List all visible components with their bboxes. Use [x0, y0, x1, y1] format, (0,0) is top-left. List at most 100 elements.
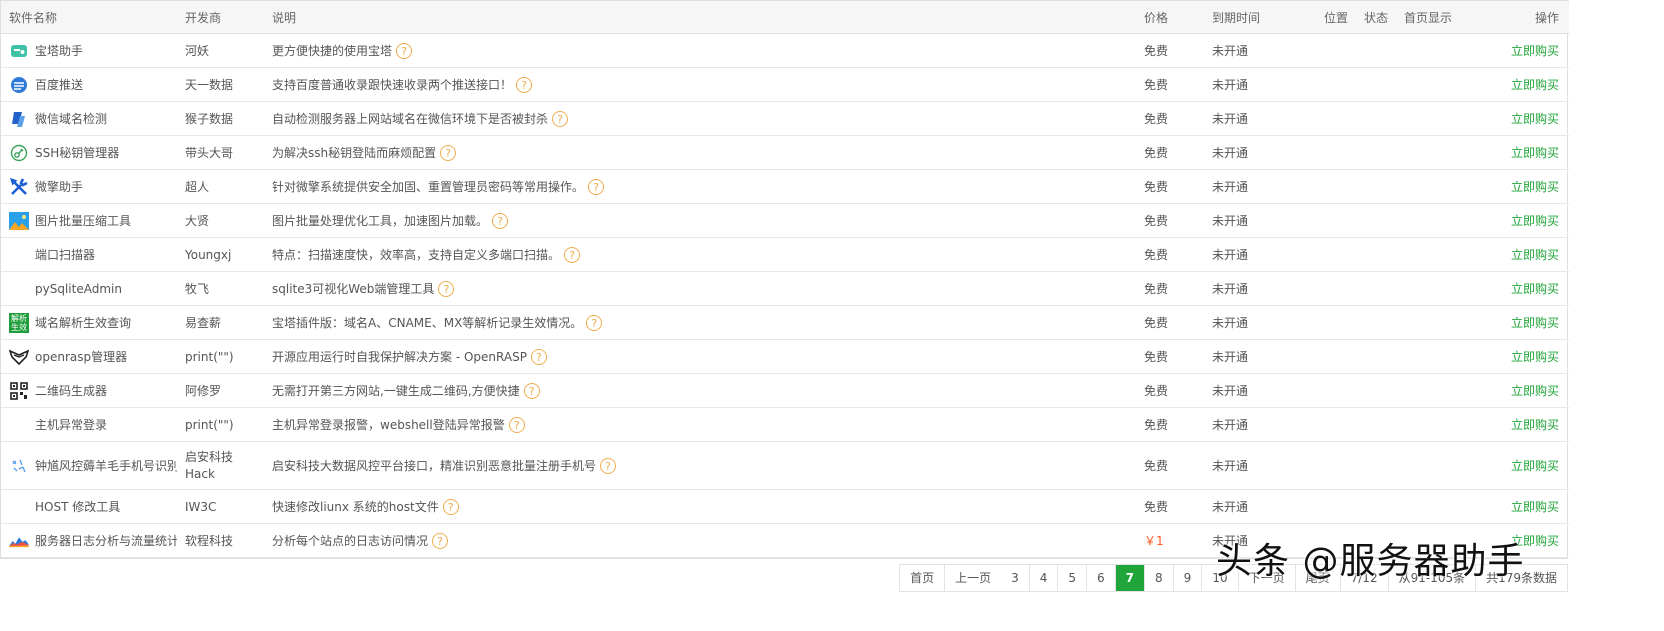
software-name: HOST 修改工具 [35, 500, 121, 514]
buy-now-link[interactable]: 立即购买 [1511, 44, 1559, 58]
cell-position [1316, 407, 1356, 442]
column-header-status: 状态 [1356, 0, 1396, 34]
buy-now-link[interactable]: 立即购买 [1511, 248, 1559, 262]
help-icon[interactable]: ? [600, 458, 617, 475]
cell-action: 立即购买 [1456, 305, 1569, 340]
price-text: 免费 [1144, 350, 1169, 364]
buy-now-link[interactable]: 立即购买 [1511, 500, 1559, 514]
page-number-button[interactable]: 6 [1086, 565, 1115, 591]
buy-now-link[interactable]: 立即购买 [1511, 384, 1559, 398]
help-icon[interactable]: ? [523, 383, 540, 400]
help-icon[interactable]: ? [552, 111, 569, 128]
buy-now-link[interactable]: 立即购买 [1511, 459, 1559, 473]
column-header-name: 软件名称 [1, 0, 177, 34]
cell-name: 宝塔助手 [1, 33, 177, 68]
buy-now-link[interactable]: 立即购买 [1511, 180, 1559, 194]
cell-description: 主机异常登录报警，webshell登陆异常报警? [264, 407, 1136, 442]
help-icon[interactable]: ? [516, 77, 533, 94]
software-name: 钟馗风控薅羊毛手机号识别 [35, 459, 177, 473]
page-number-button[interactable]: 4 [1028, 565, 1058, 591]
cell-action: 立即购买 [1456, 441, 1569, 490]
page-first-button[interactable]: 首页 [900, 565, 944, 591]
buy-now-link[interactable]: 立即购买 [1511, 350, 1559, 364]
dns-resolve-icon: 解析 生效 [9, 312, 29, 333]
help-icon[interactable]: ? [432, 533, 449, 550]
buy-now-link[interactable]: 立即购买 [1511, 214, 1559, 228]
cell-price: 免费 [1136, 407, 1204, 442]
price-text: 免费 [1144, 112, 1169, 126]
cell-name: 图片批量压缩工具 [1, 203, 177, 238]
cell-developer: Youngxj [177, 237, 264, 272]
page-number-button[interactable]: 8 [1144, 565, 1173, 591]
cell-price: 免费 [1136, 373, 1204, 408]
buy-now-link[interactable]: 立即购买 [1511, 78, 1559, 92]
blank-icon [9, 279, 29, 299]
help-icon[interactable]: ? [442, 499, 459, 516]
cell-action: 立即购买 [1456, 489, 1569, 524]
cell-price: 免费 [1136, 237, 1204, 272]
help-icon[interactable]: ? [588, 179, 605, 196]
description-text: 更方便快捷的使用宝塔 [272, 43, 393, 58]
table-row: 微擎助手 超人 针对微擎系统提供安全加固、重置管理员密码等常用操作。? 免费 未开通 立即… [1, 169, 1569, 204]
help-icon[interactable]: ? [440, 145, 457, 162]
cell-name: SSH秘钥管理器 [1, 135, 177, 170]
cell-expiry: 未开通 [1204, 373, 1316, 408]
cell-status [1356, 305, 1396, 340]
cell-action: 立即购买 [1456, 101, 1569, 136]
table-row: 解析 生效 域名解析生效查询 易查薪 宝塔插件版：域名A、CNAME、MX等解析记录生效… [1, 305, 1569, 340]
column-header-description: 说明 [264, 0, 1136, 34]
cell-status [1356, 271, 1396, 306]
price-text: 免费 [1144, 418, 1169, 432]
cell-price: 免费 [1136, 305, 1204, 340]
cell-expiry: 未开通 [1204, 203, 1316, 238]
table-row: 图片批量压缩工具 大贤 图片批量处理优化工具，加速图片加载。? 免费 未开通 立即购买 [1, 203, 1569, 238]
openrasp-icon [9, 347, 29, 367]
help-icon[interactable]: ? [508, 417, 525, 434]
baidu-push-icon [9, 75, 29, 95]
cell-action: 立即购买 [1456, 407, 1569, 442]
price-text: 免费 [1144, 146, 1169, 160]
description-text: 启安科技大数据风控平台接口，精准识别恶意批量注册手机号 [272, 458, 597, 473]
table-row: 宝塔助手 河妖 更方便快捷的使用宝塔? 免费 未开通 立即购买 [1, 33, 1569, 68]
cell-position [1316, 339, 1356, 374]
table-row: openrasp管理器 print("") 开源应用运行时自我保护解决方案 - Op… [1, 339, 1569, 374]
cell-price: 免费 [1136, 271, 1204, 306]
page-number-current[interactable]: 7 [1114, 565, 1145, 591]
help-icon[interactable]: ? [530, 349, 547, 366]
cell-description: 分析每个站点的日志访问情况? [264, 523, 1136, 558]
chart-icon [9, 531, 29, 551]
cell-developer: 阿修罗 [177, 373, 264, 408]
cell-description: sqlite3可视化Web端管理工具? [264, 271, 1136, 306]
help-icon[interactable]: ? [564, 247, 581, 264]
cell-developer: 天一数据 [177, 67, 264, 102]
page-prev-button[interactable]: 上一页 [944, 565, 1001, 591]
cell-description: 快速修改liunx 系统的host文件? [264, 489, 1136, 524]
cell-description: 图片批量处理优化工具，加速图片加载。? [264, 203, 1136, 238]
help-icon[interactable]: ? [438, 281, 455, 298]
cell-homepage [1396, 101, 1456, 136]
buy-now-link[interactable]: 立即购买 [1511, 316, 1559, 330]
buy-now-link[interactable]: 立即购买 [1511, 418, 1559, 432]
help-icon[interactable]: ? [586, 315, 603, 332]
cell-action: 立即购买 [1456, 135, 1569, 170]
description-text: 分析每个站点的日志访问情况 [272, 533, 429, 548]
buy-now-link[interactable]: 立即购买 [1511, 282, 1559, 296]
page-number-button[interactable]: 5 [1057, 565, 1086, 591]
help-icon[interactable]: ? [396, 43, 413, 60]
help-icon[interactable]: ? [492, 213, 509, 230]
cell-expiry: 未开通 [1204, 33, 1316, 68]
buy-now-link[interactable]: 立即购买 [1511, 112, 1559, 126]
cell-description: 特点：扫描速度快，效率高，支持自定义多端口扫描。? [264, 237, 1136, 272]
cell-position [1316, 489, 1356, 524]
tools-icon [9, 177, 29, 197]
price-text: 免费 [1144, 316, 1169, 330]
software-name: 二维码生成器 [35, 384, 108, 398]
cell-name: 主机异常登录 [1, 407, 177, 442]
cell-developer: print("") [177, 407, 264, 442]
cell-description: 自动检测服务器上网站域名在微信环境下是否被封杀? [264, 101, 1136, 136]
page-number-button[interactable]: 9 [1172, 565, 1202, 591]
software-name: 服务器日志分析与流量统计 [35, 534, 177, 548]
page-number-button[interactable]: 3 [1001, 565, 1029, 591]
buy-now-link[interactable]: 立即购买 [1511, 146, 1559, 160]
cell-position [1316, 373, 1356, 408]
